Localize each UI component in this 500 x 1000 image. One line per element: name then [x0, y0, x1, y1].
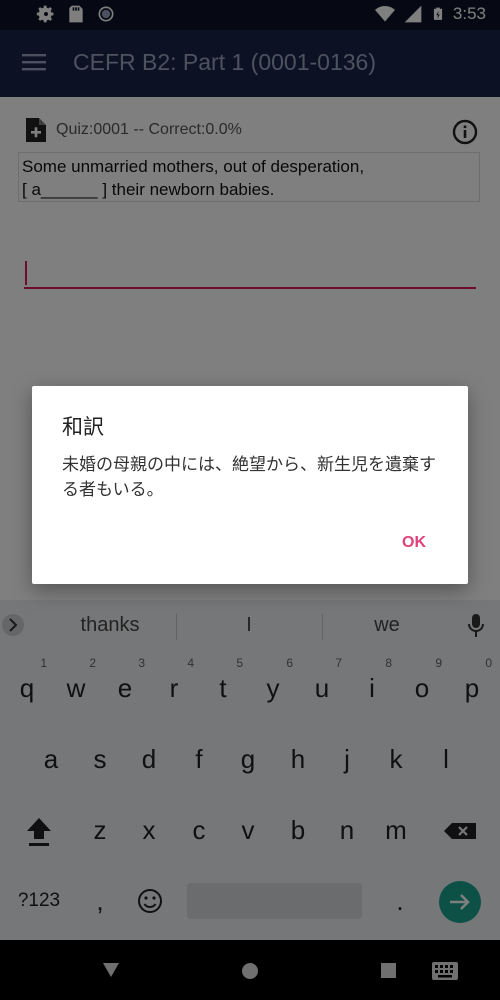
dialog-message: 未婚の母親の中には、絶望から、新生児を遺棄する者もいる。 — [62, 455, 436, 500]
dialog-title: 和訳 — [62, 415, 104, 439]
translation-dialog: 和訳 未婚の母親の中には、絶望から、新生児を遺棄する者もいる。 OK — [32, 386, 468, 584]
ok-button[interactable]: OK — [402, 534, 426, 552]
